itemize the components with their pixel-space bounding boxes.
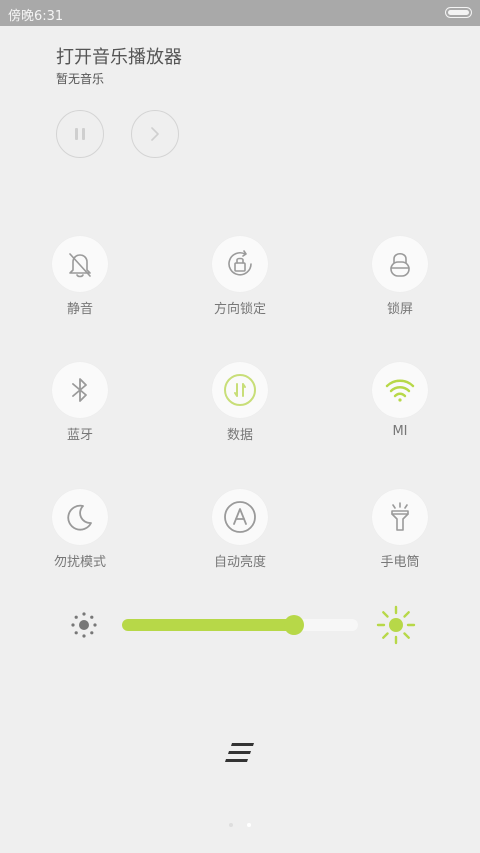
battery-icon: [445, 7, 472, 18]
bell-off-icon: [69, 253, 91, 278]
status-bar: 傍晚6:31: [0, 0, 480, 26]
brightness-thumb[interactable]: [284, 615, 305, 635]
bluetooth-toggle[interactable]: 蓝牙: [20, 362, 140, 443]
pause-icon: [75, 128, 85, 140]
bluetooth-label: 蓝牙: [66, 428, 93, 443]
wifi-toggle[interactable]: MI: [340, 362, 460, 439]
auto-brightness-toggle[interactable]: 自动亮度: [180, 489, 300, 570]
menu-icon[interactable]: [224, 742, 256, 764]
mobile-data-icon: [224, 374, 256, 406]
lock-icon: [390, 252, 410, 277]
auto-brightness-icon: [224, 501, 256, 533]
bluetooth-icon: [72, 378, 87, 402]
flashlight-toggle[interactable]: 手电筒: [340, 489, 460, 570]
mute-label: 静音: [66, 302, 93, 317]
rotation-lock-toggle[interactable]: 方向锁定: [180, 236, 300, 317]
rotation-lock-label: 方向锁定: [213, 302, 266, 317]
page-dot-1[interactable]: [229, 823, 234, 827]
rotation-lock-icon: [228, 250, 252, 276]
page-dot-2[interactable]: [246, 823, 251, 827]
music-status: 暂无音乐: [56, 72, 105, 86]
brightness-slider[interactable]: [122, 615, 358, 635]
brightness-low-icon: [71, 612, 97, 638]
lock-screen-label: 锁屏: [386, 302, 413, 317]
lock-screen-button[interactable]: 锁屏: [340, 236, 460, 317]
wifi-icon: [385, 379, 415, 402]
moon-icon: [67, 504, 92, 531]
brightness-high-icon: [376, 605, 416, 645]
flashlight-label: 手电筒: [380, 555, 420, 570]
do-not-disturb-label: 勿扰模式: [53, 555, 106, 570]
wifi-label: MI: [392, 424, 408, 439]
next-track-button[interactable]: [131, 110, 179, 158]
page-indicator: [0, 812, 480, 831]
pause-button[interactable]: [56, 110, 104, 158]
brightness-fill: [122, 619, 295, 631]
mobile-data-label: 数据: [226, 428, 253, 443]
chevron-right-icon: [151, 127, 159, 141]
status-time: 傍晚6:31: [8, 9, 64, 24]
mobile-data-toggle[interactable]: 数据: [180, 362, 300, 443]
mute-toggle[interactable]: 静音: [20, 236, 140, 317]
flashlight-icon: [391, 502, 409, 531]
music-player-title[interactable]: 打开音乐播放器: [56, 43, 182, 69]
do-not-disturb-toggle[interactable]: 勿扰模式: [20, 489, 140, 570]
auto-brightness-label: 自动亮度: [213, 555, 266, 570]
